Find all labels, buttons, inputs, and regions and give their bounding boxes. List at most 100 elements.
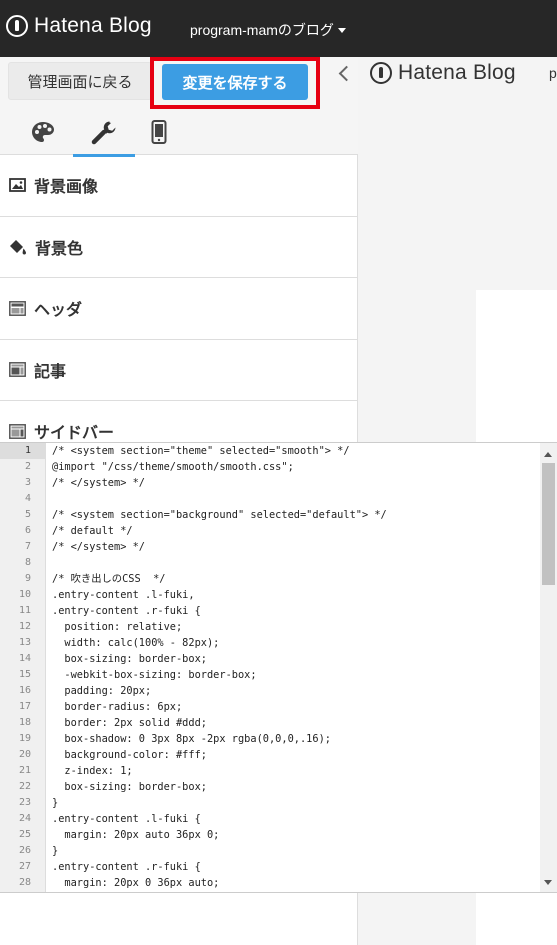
editor-scrollbar[interactable] xyxy=(540,443,557,892)
code-line[interactable]: .entry-content .r-fuki { xyxy=(46,859,540,875)
code-line[interactable]: position: relative; xyxy=(46,619,540,635)
code-line[interactable]: border-radius: 6px; xyxy=(46,699,540,715)
code-line[interactable]: box-shadow: 0 3px 8px -2px rgba(0,0,0,.1… xyxy=(46,731,540,747)
code-line[interactable]: /* <system section="theme" selected="smo… xyxy=(46,443,540,459)
line-number: 26 xyxy=(18,845,31,856)
section-label: ヘッダ xyxy=(34,302,83,320)
section-label: 背景画像 xyxy=(34,179,99,197)
section-background-color[interactable]: 背景色 xyxy=(0,217,358,278)
preview-header-text: p xyxy=(549,65,557,81)
header-layout-icon xyxy=(9,300,26,316)
blog-name: program-mamのブログ xyxy=(190,22,334,38)
code-line[interactable] xyxy=(46,491,540,507)
line-number: 14 xyxy=(18,653,31,664)
preview-bottom xyxy=(358,893,557,945)
line-number: 24 xyxy=(18,813,31,824)
code-line[interactable]: box-sizing: border-box; xyxy=(46,651,540,667)
line-number: 6 xyxy=(24,525,31,536)
caret-down-icon xyxy=(337,27,346,33)
tab-design[interactable] xyxy=(12,109,74,155)
code-line[interactable]: /* <system section="background" selected… xyxy=(46,507,540,523)
wrench-icon xyxy=(91,121,116,145)
preview-content-card-bottom xyxy=(476,893,557,945)
customize-sections: 背景画像 背景色 ヘッダ 記事 サイドバー xyxy=(0,155,358,463)
code-line[interactable]: .entry-content .l-fuki { xyxy=(46,811,540,827)
code-line[interactable]: .entry-content .l-fuki, xyxy=(46,587,540,603)
code-line[interactable]: .entry-content .r-fuki { xyxy=(46,603,540,619)
code-line[interactable] xyxy=(46,555,540,571)
line-number: 4 xyxy=(24,493,31,504)
image-icon xyxy=(9,178,26,193)
paint-bucket-icon xyxy=(10,239,26,255)
code-line[interactable]: /* </system> */ xyxy=(46,475,540,491)
line-number: 17 xyxy=(18,701,31,712)
code-line[interactable]: background-color: #fff; xyxy=(46,747,540,763)
line-number: 25 xyxy=(18,829,31,840)
code-line[interactable]: /* </system> */ xyxy=(46,539,540,555)
blog-selector[interactable]: program-mamのブログ xyxy=(190,20,346,40)
line-number: 2 xyxy=(24,461,31,472)
code-line[interactable]: z-index: 1; xyxy=(46,763,540,779)
code-line[interactable]: margin: 20px auto 36px 0; xyxy=(46,827,540,843)
css-code-editor[interactable]: 1 2 3 4 5 6 7 8 9 10 11 12 13 14 15 16 17 18 19 20 21 22 23 24 2… xyxy=(0,442,557,893)
preview-logo-text: Hatena Blog xyxy=(398,61,516,84)
line-number: 11 xyxy=(18,605,31,616)
code-line[interactable]: margin: 20px 0 36px auto; xyxy=(46,875,540,891)
line-number: 19 xyxy=(18,733,31,744)
logo-text: Hatena Blog xyxy=(34,14,152,37)
collapse-panel-chevron-icon[interactable] xyxy=(330,59,358,87)
code-line[interactable]: } xyxy=(46,843,540,859)
line-number: 3 xyxy=(24,477,31,488)
line-number: 18 xyxy=(18,717,31,728)
code-line[interactable]: -webkit-box-sizing: border-box; xyxy=(46,667,540,683)
code-line[interactable]: width: calc(100% - 82px); xyxy=(46,635,540,651)
section-article[interactable]: 記事 xyxy=(0,340,358,401)
preview-logo: Hatena Blog xyxy=(370,61,516,85)
back-to-dashboard-button[interactable]: 管理画面に戻る xyxy=(8,62,152,100)
panel-tabs xyxy=(0,109,358,157)
line-number: 15 xyxy=(18,669,31,680)
save-changes-button[interactable]: 変更を保存する xyxy=(162,64,308,100)
hatena-blog-logo[interactable]: Hatena Blog xyxy=(6,14,152,38)
scroll-down-arrow-icon[interactable] xyxy=(544,880,552,885)
tab-smartphone[interactable] xyxy=(128,109,190,155)
line-number: 5 xyxy=(24,509,31,520)
section-background-image[interactable]: 背景画像 xyxy=(0,155,358,217)
panel-bottom xyxy=(0,893,358,945)
line-number: 12 xyxy=(18,621,31,632)
tab-customize[interactable] xyxy=(73,109,135,157)
line-number: 22 xyxy=(18,781,31,792)
code-line[interactable]: /* default */ xyxy=(46,523,540,539)
hatena-pen-icon xyxy=(6,15,28,37)
code-area[interactable]: /* <system section="theme" selected="smo… xyxy=(46,443,540,892)
line-number-gutter: 1 2 3 4 5 6 7 8 9 10 11 12 13 14 15 16 17 18 19 20 21 22 23 24 2… xyxy=(0,443,46,892)
code-line[interactable]: @import "/css/theme/smooth/smooth.css"; xyxy=(46,459,540,475)
line-number: 7 xyxy=(24,541,31,552)
code-line[interactable]: /* 吹き出しのCSS */ xyxy=(46,571,540,587)
top-bar: Hatena Blog program-mamのブログ xyxy=(0,0,557,57)
code-line[interactable]: box-sizing: border-box; xyxy=(46,779,540,795)
sidebar-layout-icon xyxy=(9,423,26,439)
section-label: サイドバー xyxy=(34,425,115,443)
line-number: 9 xyxy=(24,573,31,584)
line-number: 13 xyxy=(18,637,31,648)
section-label: 記事 xyxy=(34,363,67,381)
line-number: 28 xyxy=(18,877,31,888)
section-header[interactable]: ヘッダ xyxy=(0,278,358,340)
line-number: 10 xyxy=(18,589,31,600)
line-number: 21 xyxy=(18,765,31,776)
section-label: 背景色 xyxy=(35,240,84,258)
smartphone-icon xyxy=(151,120,167,144)
panel-header: 管理画面に戻る 変更を保存する xyxy=(0,57,358,157)
line-number: 16 xyxy=(18,685,31,696)
line-number: 23 xyxy=(18,797,31,808)
scrollbar-thumb[interactable] xyxy=(542,463,555,585)
line-number: 8 xyxy=(24,557,31,568)
code-line[interactable]: } xyxy=(46,795,540,811)
code-line[interactable]: padding: 20px; xyxy=(46,683,540,699)
line-number: 27 xyxy=(18,861,31,872)
code-line[interactable]: border: 2px solid #ddd; xyxy=(46,715,540,731)
palette-icon xyxy=(32,122,54,142)
scroll-up-arrow-icon[interactable] xyxy=(544,452,552,457)
line-number: 20 xyxy=(18,749,31,760)
